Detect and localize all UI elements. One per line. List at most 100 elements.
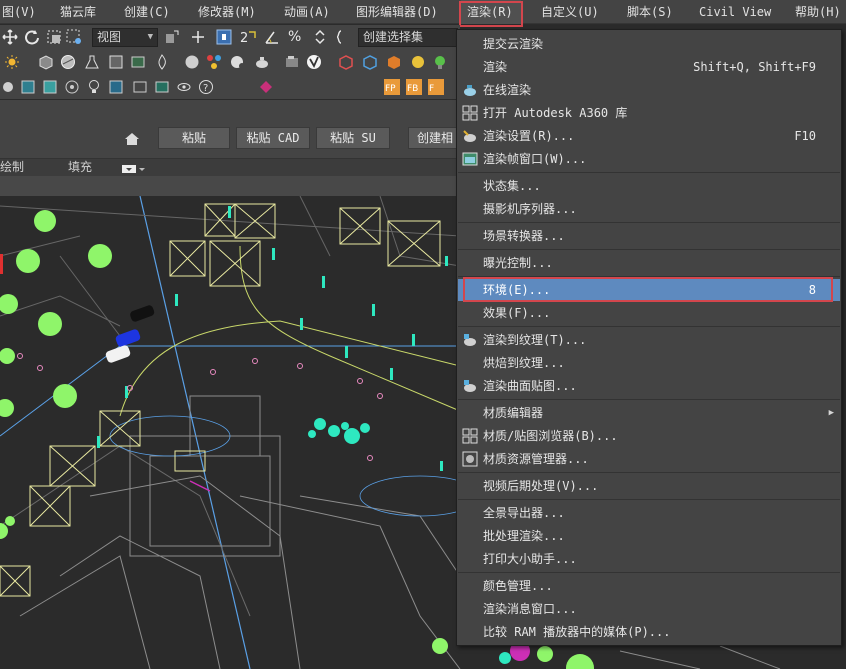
fire-effect-icon[interactable] bbox=[154, 54, 170, 70]
menu-separator bbox=[458, 172, 840, 173]
menu-cloud-library[interactable]: 猫云库 bbox=[60, 0, 96, 24]
menu-item-exposure-control[interactable]: 曝光控制... bbox=[458, 252, 840, 274]
menu-item-color-management[interactable]: 颜色管理... bbox=[458, 575, 840, 597]
render-setup-icon[interactable] bbox=[284, 54, 300, 70]
menu-item-bake-to-texture[interactable]: 烘焙到纹理... bbox=[458, 352, 840, 374]
material-editor-icon[interactable] bbox=[230, 54, 246, 70]
menu-separator bbox=[458, 222, 840, 223]
flask-icon[interactable] bbox=[84, 54, 100, 70]
menu-item-submit-cloud-render[interactable]: 提交云渲染 bbox=[458, 33, 840, 55]
scale-icon[interactable] bbox=[46, 29, 62, 45]
menu-help[interactable]: 帮助(H) bbox=[795, 0, 841, 24]
ribbon-gap bbox=[0, 176, 460, 196]
sun-light-icon[interactable] bbox=[4, 54, 20, 70]
menu-customize[interactable]: 自定义(U) bbox=[541, 0, 599, 24]
named-selection-set-combo[interactable]: 创建选择集 bbox=[358, 28, 458, 47]
rendering-menu-callout bbox=[459, 1, 523, 27]
angle-snap-icon[interactable] bbox=[264, 29, 280, 45]
ribbon-panel: 粘贴 粘贴 CAD 粘贴 SU 创建相 bbox=[0, 100, 460, 158]
menu-scripting[interactable]: 脚本(S) bbox=[627, 0, 673, 24]
orange-cube-icon[interactable] bbox=[386, 54, 402, 70]
menu-item-video-post[interactable]: 视频后期处理(V)... bbox=[458, 475, 840, 497]
menu-modifiers[interactable]: 修改器(M) bbox=[198, 0, 256, 24]
menu-item-render[interactable]: 渲染 Shift+Q, Shift+F9 bbox=[458, 56, 840, 78]
help-icon[interactable]: ? bbox=[198, 79, 214, 95]
menu-item-material-map-browser[interactable]: 材质/贴图浏览器(B)... bbox=[458, 425, 840, 447]
reference-coordinate-combo[interactable]: 视图 ▼ bbox=[92, 28, 158, 47]
menu-item-render-to-texture[interactable]: 渲染到纹理(T)... bbox=[458, 329, 840, 351]
pivot-center-icon[interactable] bbox=[164, 29, 180, 45]
edit-named-selection-icon[interactable] bbox=[336, 29, 352, 45]
draw-label: 绘制 bbox=[0, 160, 25, 174]
select-manipulate-icon[interactable] bbox=[190, 29, 206, 45]
tool-c-icon[interactable] bbox=[42, 79, 58, 95]
color-dots-icon[interactable] bbox=[206, 54, 222, 70]
blue-cube-icon[interactable] bbox=[362, 54, 378, 70]
menu-item-render-surface-map[interactable]: 渲染曲面贴图... bbox=[458, 375, 840, 397]
home-icon[interactable] bbox=[124, 131, 140, 147]
menu-graph-editors[interactable]: 图形编辑器(D) bbox=[356, 0, 438, 24]
menu-view[interactable]: 图(V) bbox=[2, 0, 36, 24]
menu-animation[interactable]: 动画(A) bbox=[284, 0, 330, 24]
menu-item-material-explorer[interactable]: 材质资源管理器... bbox=[458, 448, 840, 470]
spinner-snap-icon[interactable] bbox=[312, 29, 328, 45]
light-bulb-icon[interactable] bbox=[86, 79, 102, 95]
menu-item-effects[interactable]: 效果(F)... bbox=[458, 302, 840, 324]
color-swatch-dropdown[interactable] bbox=[122, 162, 145, 173]
menu-item-state-sets[interactable]: 状态集... bbox=[458, 175, 840, 197]
snaps-toggle-icon[interactable]: 2 bbox=[240, 29, 256, 45]
menu-item-material-editor[interactable]: 材质编辑器 ▶ bbox=[458, 402, 840, 424]
eye-icon[interactable] bbox=[176, 79, 192, 95]
menu-item-panorama-exporter[interactable]: 全景导出器... bbox=[458, 502, 840, 524]
fp-plugin-icon[interactable]: FP bbox=[384, 79, 400, 95]
render-setup-teapot-icon bbox=[462, 128, 478, 144]
paste-cad-button[interactable]: 粘贴 CAD bbox=[236, 127, 310, 149]
select-and-place-icon[interactable] bbox=[66, 29, 82, 45]
tool-g-icon[interactable] bbox=[154, 79, 170, 95]
tool-d-icon[interactable] bbox=[64, 79, 80, 95]
paste-su-button[interactable]: 粘贴 SU bbox=[316, 127, 390, 149]
layer-icon[interactable] bbox=[130, 54, 146, 70]
move-icon[interactable] bbox=[2, 29, 18, 45]
keyboard-shortcut-toggle-icon[interactable] bbox=[216, 29, 232, 45]
box-object-icon[interactable] bbox=[38, 54, 54, 70]
tool-b-icon[interactable] bbox=[20, 79, 36, 95]
material-sphere-icon[interactable] bbox=[60, 54, 76, 70]
menu-item-print-size-assistant[interactable]: 打印大小助手... bbox=[458, 548, 840, 570]
red-cube-icon[interactable] bbox=[338, 54, 354, 70]
menu-item-camera-sequencer[interactable]: 摄影机序列器... bbox=[458, 198, 840, 220]
percent-snap-icon[interactable]: % bbox=[288, 29, 304, 45]
rotate-icon[interactable] bbox=[24, 29, 40, 45]
svg-text:?: ? bbox=[203, 83, 208, 94]
menu-item-render-setup[interactable]: 渲染设置(R)... F10 bbox=[458, 125, 840, 147]
fb-plugin-icon[interactable]: FB bbox=[406, 79, 422, 95]
surface-map-icon bbox=[462, 378, 478, 394]
vray-logo-icon[interactable] bbox=[306, 54, 322, 70]
green-bulb-icon[interactable] bbox=[432, 54, 448, 70]
menu-item-open-a360-gallery[interactable]: 打开 Autodesk A360 库 bbox=[458, 102, 840, 124]
menu-item-online-render[interactable]: 在线渲染 bbox=[458, 79, 840, 101]
map-browser-icon bbox=[462, 428, 478, 444]
render-sphere-icon[interactable] bbox=[184, 54, 200, 70]
menu-item-compare-ram-player[interactable]: 比较 RAM 播放器中的媒体(P)... bbox=[458, 621, 840, 643]
scene-explorer-icon[interactable] bbox=[108, 54, 124, 70]
menu-item-render-message-window[interactable]: 渲染消息窗口... bbox=[458, 598, 840, 620]
menu-item-rendered-frame-window[interactable]: 渲染帧窗口(W)... bbox=[458, 148, 840, 170]
tool-f-icon[interactable] bbox=[132, 79, 148, 95]
submenu-arrow-icon: ▶ bbox=[828, 408, 834, 418]
render-teapot-icon[interactable] bbox=[254, 54, 270, 70]
menu-create[interactable]: 创建(C) bbox=[124, 0, 170, 24]
tool-e-icon[interactable] bbox=[108, 79, 124, 95]
ribbon-subbar: 绘制 填充 bbox=[0, 158, 460, 176]
menu-civil-view[interactable]: Civil View bbox=[699, 0, 771, 24]
create-button[interactable]: 创建相 bbox=[408, 127, 460, 149]
menu-item-scene-converter[interactable]: 场景转换器... bbox=[458, 225, 840, 247]
tool-a-icon[interactable] bbox=[0, 79, 16, 95]
sun-setup-icon[interactable] bbox=[410, 54, 426, 70]
menu-separator bbox=[458, 249, 840, 250]
pink-gem-icon[interactable] bbox=[258, 79, 274, 95]
menu-item-batch-render[interactable]: 批处理渲染... bbox=[458, 525, 840, 547]
fx-plugin-icon[interactable]: F bbox=[428, 79, 444, 95]
main-toolbar-row-2 bbox=[0, 50, 460, 75]
paste-button[interactable]: 粘贴 bbox=[158, 127, 230, 149]
